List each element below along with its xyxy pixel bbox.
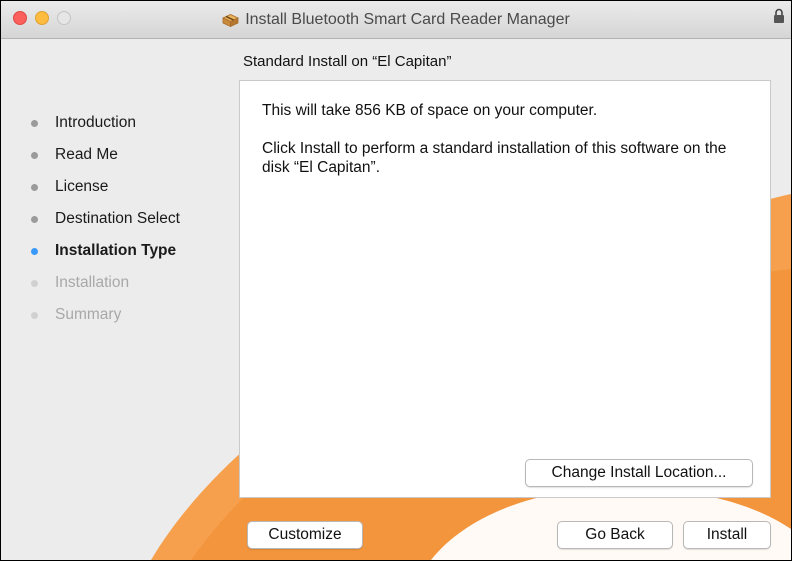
- step-label: Installation: [55, 274, 130, 291]
- change-install-location-button[interactable]: Change Install Location...: [525, 459, 753, 487]
- step-read-me: Read Me: [31, 139, 180, 171]
- step-bullet-icon: [31, 247, 38, 255]
- step-label: Summary: [55, 306, 122, 323]
- step-label: Destination Select: [55, 210, 180, 227]
- step-bullet-icon: [31, 279, 38, 287]
- step-summary: Summary: [31, 299, 180, 331]
- installer-content: Standard Install on “El Capitan” Introdu…: [1, 39, 791, 560]
- step-introduction: Introduction: [31, 107, 180, 139]
- step-bullet-icon: [31, 215, 38, 223]
- install-instruction-text: Click Install to perform a standard inst…: [262, 140, 727, 176]
- step-installation-type: Installation Type: [31, 235, 180, 267]
- title-bar[interactable]: Install Bluetooth Smart Card Reader Mana…: [1, 1, 791, 39]
- installer-steps-list: Introduction Read Me License Destination…: [31, 107, 180, 331]
- step-bullet-icon: [31, 183, 38, 191]
- step-bullet-icon: [31, 119, 38, 127]
- step-label: Introduction: [55, 114, 136, 131]
- step-label: Read Me: [55, 146, 118, 163]
- step-license: License: [31, 171, 180, 203]
- package-icon: [222, 13, 240, 27]
- go-back-button[interactable]: Go Back: [557, 521, 673, 549]
- title-wrap: Install Bluetooth Smart Card Reader Mana…: [1, 1, 791, 38]
- install-button[interactable]: Install: [683, 521, 771, 549]
- customize-button[interactable]: Customize: [247, 521, 363, 549]
- page-subtitle: Standard Install on “El Capitan”: [243, 53, 452, 70]
- lock-icon: [774, 8, 784, 23]
- install-info-panel: This will take 856 KB of space on your c…: [239, 80, 771, 498]
- installer-window: Install Bluetooth Smart Card Reader Mana…: [0, 0, 792, 561]
- space-required-text: This will take 856 KB of space on your c…: [262, 102, 598, 119]
- step-label: License: [55, 178, 109, 195]
- step-installation: Installation: [31, 267, 180, 299]
- step-label: Installation Type: [55, 242, 177, 259]
- window-title: Install Bluetooth Smart Card Reader Mana…: [245, 10, 570, 28]
- step-destination-select: Destination Select: [31, 203, 180, 235]
- step-bullet-icon: [31, 311, 38, 319]
- step-bullet-icon: [31, 151, 38, 159]
